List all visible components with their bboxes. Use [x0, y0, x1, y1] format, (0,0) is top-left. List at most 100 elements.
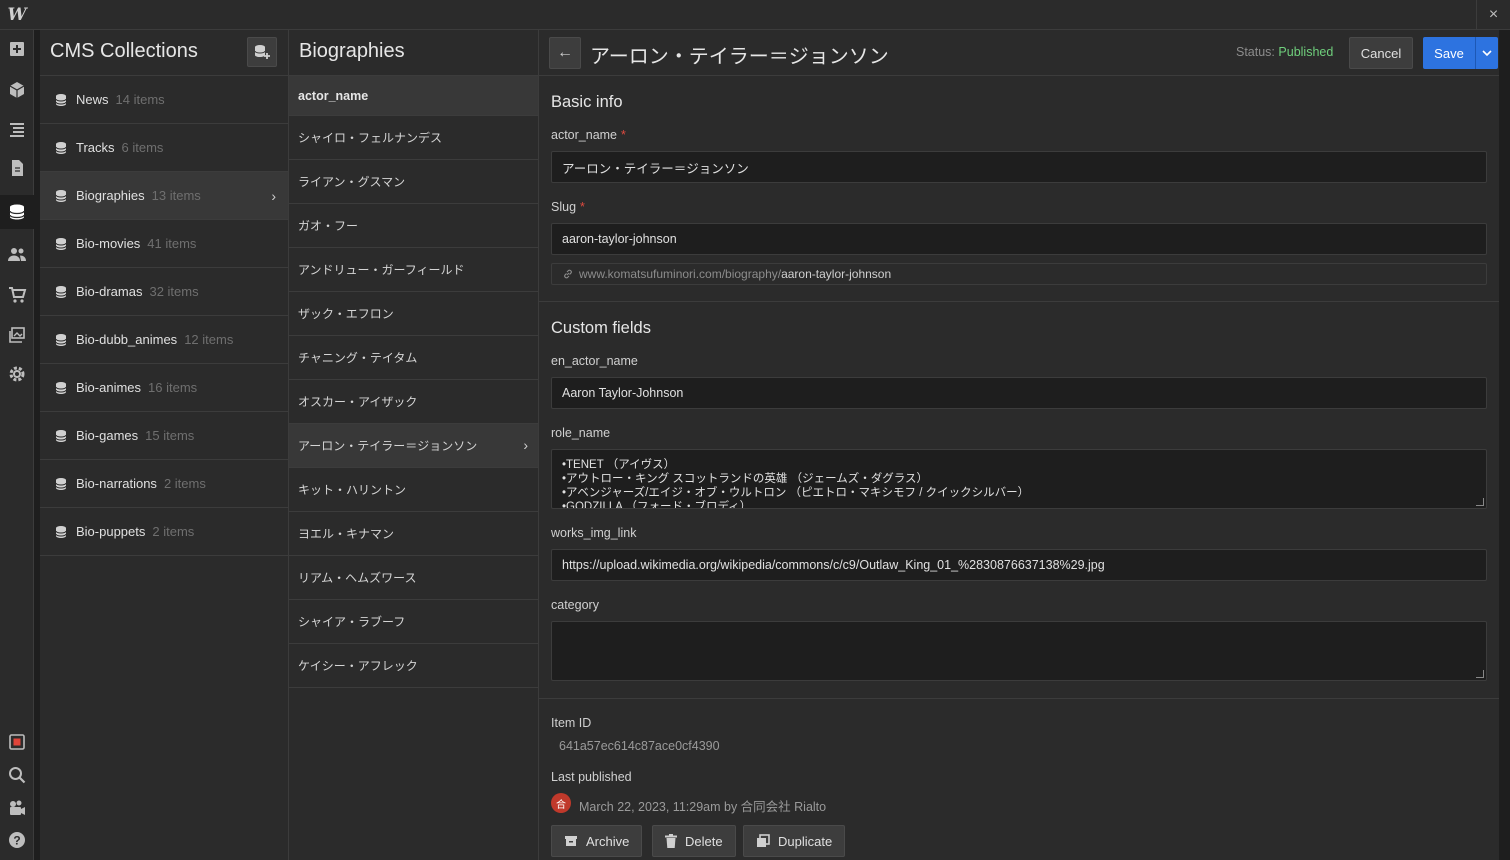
collections-title: CMS Collections: [50, 40, 198, 62]
collection-item[interactable]: Bio-animes 16 items: [40, 364, 288, 412]
category-textarea[interactable]: [551, 621, 1487, 681]
column-header-actor-name[interactable]: actor_name: [289, 76, 538, 116]
slug-field[interactable]: aaron-taylor-johnson: [551, 223, 1487, 255]
cancel-button[interactable]: Cancel: [1349, 37, 1413, 69]
collection-name: Bio-games: [76, 428, 139, 443]
database-icon: [55, 285, 67, 298]
works-img-link-label: works_img_link: [551, 526, 637, 540]
list-item-name: ライアン・グスマン: [298, 175, 406, 189]
category-label: category: [551, 598, 599, 612]
database-icon: [55, 525, 67, 538]
database-icon: [55, 381, 67, 394]
list-item[interactable]: ヨエル・キナマン: [289, 512, 538, 556]
back-button[interactable]: ←: [549, 37, 581, 69]
list-item[interactable]: シャイロ・フェルナンデス: [289, 116, 538, 160]
archive-button[interactable]: Archive: [551, 825, 643, 857]
list-item[interactable]: ザック・エフロン: [289, 292, 538, 336]
video-icon[interactable]: [0, 791, 34, 825]
users-icon[interactable]: [0, 237, 34, 271]
collection-count: 14 items: [115, 92, 165, 107]
collection-item[interactable]: Bio-dramas 32 items: [40, 268, 288, 316]
help-icon[interactable]: ?: [0, 823, 34, 857]
list-item-name: アーロン・テイラー＝ジョンソン: [298, 439, 478, 453]
meta-section: Item ID 641a57ec614c87ace0cf4390 Last pu…: [539, 699, 1499, 860]
actor-name-field[interactable]: アーロン・テイラー＝ジョンソン: [551, 151, 1487, 183]
duplicate-icon: [757, 834, 770, 847]
collection-item[interactable]: Bio-games 15 items: [40, 412, 288, 460]
list-item[interactable]: オスカー・アイザック: [289, 380, 538, 424]
item-id-value: 641a57ec614c87ace0cf4390: [559, 739, 720, 753]
collection-item[interactable]: Bio-dubb_animes 12 items: [40, 316, 288, 364]
add-collection-button[interactable]: [247, 37, 277, 67]
save-button[interactable]: Save: [1423, 37, 1475, 69]
list-item[interactable]: ライアン・グスマン: [289, 160, 538, 204]
collection-item[interactable]: Bio-movies 41 items: [40, 220, 288, 268]
list-item[interactable]: リアム・ヘムズワース: [289, 556, 538, 600]
list-item[interactable]: アーロン・テイラー＝ジョンソン ›: [289, 424, 538, 468]
collections-header: CMS Collections: [40, 30, 288, 76]
webflow-logo[interactable]: W: [0, 0, 34, 30]
en-actor-name-field[interactable]: Aaron Taylor-Johnson: [551, 377, 1487, 409]
list-item[interactable]: チャニング・テイタム: [289, 336, 538, 380]
ecommerce-icon[interactable]: [0, 278, 34, 312]
box-icon[interactable]: [0, 73, 34, 107]
custom-fields-section: Custom fields en_actor_name Aaron Taylor…: [539, 302, 1499, 699]
item-editor: ← アーロン・テイラー＝ジョンソン Status: Published Canc…: [539, 30, 1499, 860]
navigator-icon[interactable]: [0, 112, 34, 146]
collection-name: Biographies: [76, 188, 145, 203]
resize-handle[interactable]: [1476, 498, 1484, 506]
collection-list: News 14 items Tracks 6 items Biographies 13 i…: [40, 76, 288, 556]
role-line: •アウトロー・キング スコットランドの英雄 （ジェームズ・ダグラス）: [562, 473, 928, 485]
list-item-name: オスカー・アイザック: [298, 395, 418, 409]
list-item[interactable]: ケイシー・アフレック: [289, 644, 538, 688]
collection-item[interactable]: Tracks 6 items: [40, 124, 288, 172]
list-item[interactable]: キット・ハリントン: [289, 468, 538, 512]
save-options-button[interactable]: [1475, 37, 1498, 69]
collection-item[interactable]: Biographies 13 items ›: [40, 172, 288, 220]
items-title: Biographies: [299, 40, 405, 62]
actor-name-label-text: actor_name: [551, 128, 618, 142]
collection-item[interactable]: News 14 items: [40, 76, 288, 124]
search-icon[interactable]: [0, 758, 34, 792]
collection-count: 2 items: [152, 524, 195, 539]
collection-count: 2 items: [163, 476, 206, 491]
custom-fields-title: Custom fields: [551, 319, 651, 337]
assets-icon[interactable]: [0, 318, 34, 352]
basic-info-section: Basic info actor_name * アーロン・テイラー＝ジョンソン S…: [539, 76, 1499, 302]
actor-name-value: アーロン・テイラー＝ジョンソン: [562, 161, 749, 176]
item-list: シャイロ・フェルナンデスライアン・グスマンガオ・フー アンドリュー・ガーフィールド…: [289, 116, 538, 688]
add-icon[interactable]: [0, 32, 34, 66]
required-marker: *: [621, 128, 626, 142]
list-item[interactable]: アンドリュー・ガーフィールド: [289, 248, 538, 292]
last-published-value: March 22, 2023, 11:29am by 合同会社 Rialto: [579, 800, 827, 814]
list-item[interactable]: シャイア・ラブーフ: [289, 600, 538, 644]
settings-icon[interactable]: [0, 357, 34, 391]
role-line: •TENET （アイヴス）: [562, 459, 676, 471]
list-item-name: シャイア・ラブーフ: [298, 615, 406, 629]
role-line: •GODZILLA （フォード・ブロディ）: [562, 501, 752, 509]
collection-item[interactable]: Bio-puppets 2 items: [40, 508, 288, 556]
list-item-name: ザック・エフロン: [298, 307, 394, 321]
cms-icon[interactable]: [0, 195, 34, 229]
collection-name: Bio-dramas: [76, 284, 143, 299]
works-img-link-field[interactable]: https://upload.wikimedia.org/wikipedia/c…: [551, 549, 1487, 581]
duplicate-button[interactable]: Duplicate: [743, 825, 846, 857]
duplicate-label: Duplicate: [778, 833, 833, 849]
collection-name: Bio-narrations: [76, 476, 157, 491]
en-actor-name-value: Aaron Taylor-Johnson: [562, 386, 684, 400]
arrow-left-icon: ←: [557, 44, 573, 61]
delete-button[interactable]: Delete: [652, 825, 736, 857]
list-item-name: リアム・ヘムズワース: [298, 571, 417, 585]
list-item[interactable]: ガオ・フー: [289, 204, 538, 248]
item-url[interactable]: www.komatsufuminori.com/biography/aaron-…: [551, 263, 1487, 285]
database-icon: [55, 237, 67, 250]
pages-icon[interactable]: [0, 151, 34, 185]
collection-count: 41 items: [147, 236, 197, 251]
close-icon[interactable]: ×: [1476, 0, 1510, 30]
audit-icon[interactable]: [0, 725, 34, 759]
resize-handle[interactable]: [1476, 670, 1484, 678]
database-icon: [55, 429, 67, 442]
database-icon: [55, 189, 67, 202]
collection-item[interactable]: Bio-narrations 2 items: [40, 460, 288, 508]
role-name-textarea[interactable]: •TENET （アイヴス） •アウトロー・キング スコットランドの英雄 （ジェーム…: [551, 449, 1487, 509]
